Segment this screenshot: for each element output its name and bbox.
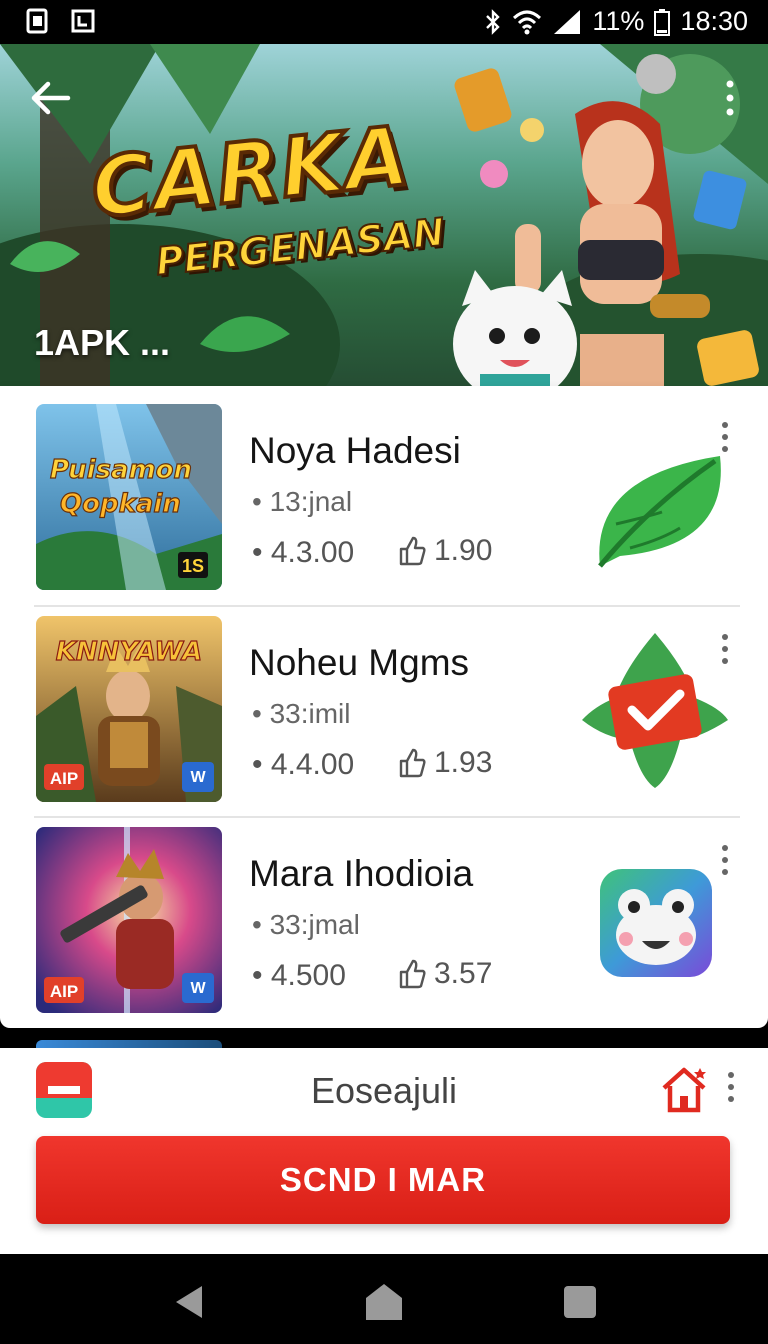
app-downloads: 3.57 <box>398 957 492 991</box>
nav-home-icon[interactable] <box>364 1282 404 1322</box>
app-rating: • 4.4.00 <box>252 748 355 781</box>
bottom-panel: Eoseajuli SCND I MAR <box>0 1048 768 1254</box>
app-downloads: 1.93 <box>398 746 492 780</box>
signal-icon <box>554 9 581 34</box>
more-vertical-icon[interactable] <box>718 420 732 454</box>
app-name[interactable]: Mara Ihodioia <box>249 853 473 895</box>
thumb-title-line1: Puisamon <box>50 455 192 485</box>
app-meta: • 13:jnal <box>252 486 353 517</box>
thumb-title: KNNYAWA <box>56 637 203 667</box>
clock: 18:30 <box>680 6 748 36</box>
hero-caption: 1APK ... <box>34 322 171 363</box>
app-meta: • 33:imil <box>252 698 351 729</box>
app-row-2[interactable]: KNNYAWA AIP W Noheu Mgms • 33:imil • 4.4… <box>34 598 740 808</box>
more-vertical-icon[interactable] <box>724 1070 738 1104</box>
download-count: 1.93 <box>434 746 493 779</box>
green-leaf-icon[interactable] <box>580 416 730 576</box>
thumbnail-art: KNNYAWA AIP W <box>36 616 222 802</box>
battery-percent: 11% <box>592 6 645 36</box>
sim-icon <box>26 8 48 34</box>
back-button[interactable] <box>24 72 76 124</box>
thumbs-up-icon <box>399 959 426 989</box>
bluetooth-icon <box>486 8 501 35</box>
app-rating: • 4.500 <box>252 959 346 992</box>
nav-back-icon[interactable] <box>170 1282 210 1322</box>
download-count: 3.57 <box>434 957 493 990</box>
app-row-3[interactable]: AIP W Mara Ihodioia • 33:jmal • 4.500 3.… <box>34 809 740 1019</box>
app-downloads: 1.90 <box>398 534 492 568</box>
frog-face-icon[interactable] <box>580 839 730 999</box>
app-list: 1S Puisamon Qopkain Noya Hadesi • 13:jna… <box>0 386 768 1028</box>
next-item-peek <box>36 1040 222 1048</box>
app-thumbnail[interactable]: 1S Puisamon Qopkain <box>36 404 222 590</box>
download-count: 1.90 <box>434 534 493 567</box>
thumbnail-art: 1S Puisamon Qopkain <box>36 404 222 590</box>
thumb-badge-right: W <box>190 980 206 997</box>
leaf-check-icon[interactable] <box>580 628 730 788</box>
panel-title: Eoseajuli <box>310 1070 458 1111</box>
thumb-badge: 1S <box>182 556 204 576</box>
more-vertical-icon[interactable] <box>718 843 732 877</box>
app-meta: • 33:jmal <box>252 909 360 940</box>
thumb-badge-left: AIP <box>50 769 78 788</box>
thumbnail-art: AIP W <box>36 827 222 1013</box>
hero-banner: CARKA PERGENASAN 1APK ... <box>0 44 768 386</box>
battery-icon <box>654 8 671 36</box>
thumbs-up-icon <box>399 536 426 566</box>
nav-recents-icon[interactable] <box>560 1282 600 1322</box>
primary-action-button[interactable]: SCND I MAR <box>36 1136 730 1224</box>
thumb-badge-right: W <box>190 769 206 786</box>
app-name[interactable]: Noheu Mgms <box>249 642 469 684</box>
system-nav-bar <box>0 1254 768 1344</box>
notification-icon <box>71 9 95 33</box>
app-name[interactable]: Noya Hadesi <box>249 430 461 472</box>
thumb-badge-left: AIP <box>50 982 78 1001</box>
app-thumbnail[interactable]: KNNYAWA AIP W <box>36 616 222 802</box>
home-icon[interactable] <box>658 1064 710 1116</box>
status-bar: 11% 18:30 <box>0 0 768 44</box>
back-arrow-icon <box>31 81 71 115</box>
app-thumbnail[interactable]: AIP W <box>36 827 222 1013</box>
thumb-title-line2: Qopkain <box>60 489 181 519</box>
wifi-icon <box>513 10 542 34</box>
thumbs-up-icon <box>399 748 426 778</box>
more-vertical-icon[interactable] <box>720 78 740 118</box>
app-rating: • 4.3.00 <box>252 536 355 569</box>
more-vertical-icon[interactable] <box>718 632 732 666</box>
app-row-1[interactable]: 1S Puisamon Qopkain Noya Hadesi • 13:jna… <box>34 386 740 596</box>
